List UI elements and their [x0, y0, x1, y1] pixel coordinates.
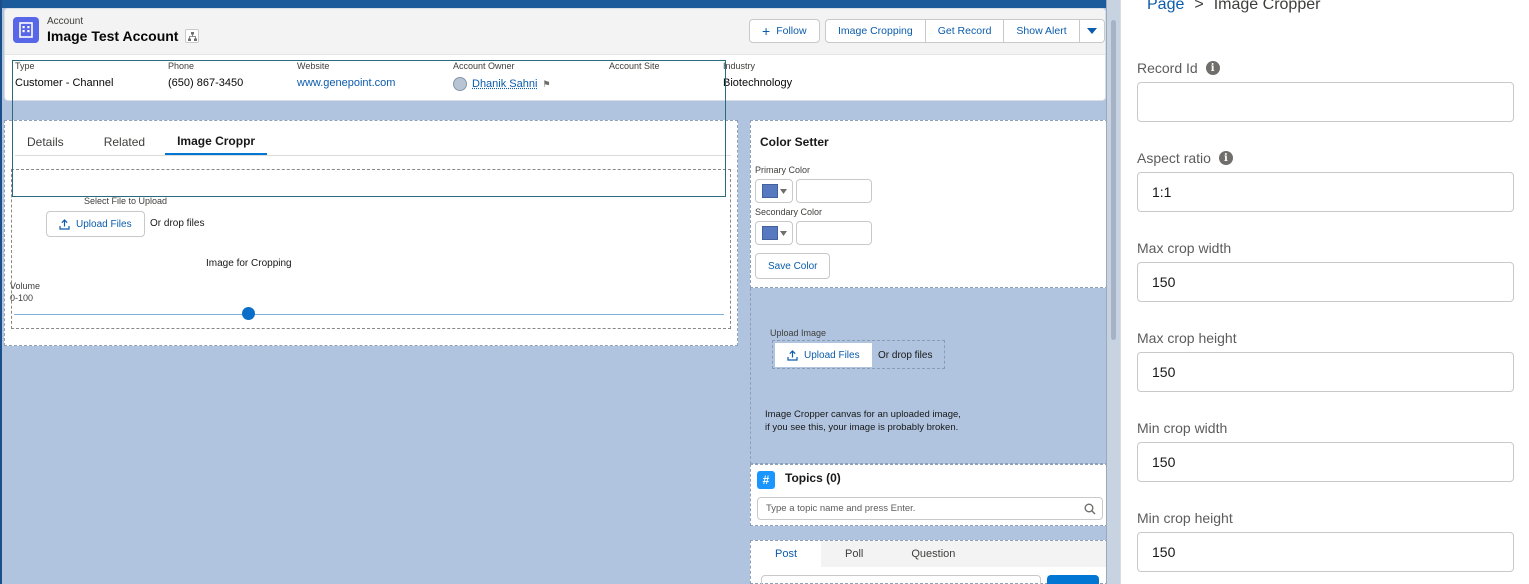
topic-input[interactable]: Type a topic name and press Enter.	[757, 497, 1103, 520]
canvas-scrollbar[interactable]	[1106, 0, 1120, 584]
publisher-tab-post[interactable]: Post	[751, 541, 822, 567]
topics-title: Topics (0)	[785, 471, 841, 485]
upload-icon	[787, 349, 798, 361]
canvas-scrollbar-thumb[interactable]	[1111, 20, 1116, 340]
info-icon[interactable]: i	[1218, 151, 1233, 165]
show-alert-button[interactable]: Show Alert	[1004, 19, 1080, 43]
property-panel: Page > Image Cropper Record Id i Aspect …	[1120, 0, 1529, 584]
caret-down-icon	[780, 188, 787, 194]
broken-image-text-1: Image Cropper canvas for an uploaded ima…	[765, 409, 961, 420]
info-icon[interactable]: i	[1205, 61, 1220, 75]
caret-down-icon	[780, 230, 787, 236]
drop-files-label: Or drop files	[150, 218, 205, 229]
image-cropping-button[interactable]: Image Cropping	[825, 19, 926, 43]
min-crop-width-label: Min crop width	[1137, 420, 1228, 436]
primary-color-picker[interactable]	[755, 179, 793, 203]
select-file-label: Select File to Upload	[84, 196, 168, 206]
broken-image-text-2: if you see this, your image is probably …	[765, 422, 959, 433]
upload-icon	[59, 218, 70, 230]
hierarchy-icon	[187, 31, 197, 41]
breadcrumb: Page > Image Cropper	[1147, 0, 1320, 14]
account-icon	[13, 17, 39, 43]
highlight-industry: Industry Biotechnology	[723, 61, 793, 89]
breadcrumb-page-link[interactable]: Page	[1147, 0, 1184, 14]
upload-files-label: Upload Files	[76, 218, 132, 230]
hierarchy-button[interactable]	[185, 29, 199, 43]
aspect-ratio-input[interactable]: 1:1	[1137, 172, 1514, 212]
min-crop-height-label: Min crop height	[1137, 510, 1233, 526]
upload-image-label: Upload Image	[770, 328, 827, 338]
record-page-canvas: Account Image Test Account + Follow Imag…	[0, 0, 1120, 584]
publisher-tab-question[interactable]: Question	[887, 541, 979, 567]
min-crop-width-input[interactable]: 150	[1137, 442, 1514, 482]
volume-label: Volume	[10, 281, 41, 291]
record-title: Image Test Account	[47, 28, 179, 44]
volume-slider-track[interactable]	[14, 314, 724, 315]
upload-image-button-label: Upload Files	[804, 349, 860, 361]
cropper-component	[12, 60, 726, 197]
object-label: Account	[47, 16, 84, 27]
follow-label: Follow	[776, 25, 807, 37]
topics-card: # Topics (0) Type a topic name and press…	[750, 464, 1108, 526]
secondary-color-picker[interactable]	[755, 221, 793, 245]
breadcrumb-separator: >	[1194, 0, 1204, 13]
upload-files-button[interactable]: Upload Files	[46, 211, 145, 237]
chevron-down-icon	[1086, 28, 1097, 34]
secondary-color-swatch	[762, 226, 778, 240]
search-icon	[1084, 503, 1096, 515]
publisher-input[interactable]	[761, 575, 1041, 584]
get-record-button[interactable]: Get Record	[925, 19, 1005, 43]
primary-color-swatch	[762, 184, 778, 198]
upload-image-drop-label: Or drop files	[878, 350, 933, 361]
share-button[interactable]	[1047, 575, 1099, 584]
max-crop-height-input[interactable]: 150	[1137, 352, 1514, 392]
max-crop-width-input[interactable]: 150	[1137, 262, 1514, 302]
action-button-group: Image Cropping Get Record Show Alert	[825, 19, 1105, 43]
page-top-strip	[2, 0, 1108, 8]
follow-button[interactable]: + Follow	[749, 19, 820, 43]
upload-image-button[interactable]: Upload Files	[775, 343, 872, 367]
topic-input-placeholder: Type a topic name and press Enter.	[766, 503, 916, 514]
aspect-ratio-label: Aspect ratio i	[1137, 150, 1233, 166]
primary-color-input[interactable]	[796, 179, 872, 203]
image-for-cropping-label: Image for Cropping	[206, 258, 292, 269]
record-id-label: Record Id i	[1137, 60, 1220, 76]
volume-range-label: 0-100	[10, 293, 34, 303]
upload-image-region	[750, 288, 1108, 464]
color-setter-title: Color Setter	[760, 135, 829, 149]
publisher-tab-poll[interactable]: Poll	[821, 541, 887, 567]
hashtag-icon: #	[757, 471, 775, 489]
secondary-color-label: Secondary Color	[755, 207, 823, 217]
color-setter-card: Color Setter Primary Color Secondary Col…	[750, 120, 1108, 288]
record-id-input[interactable]	[1137, 82, 1514, 122]
more-actions-button[interactable]	[1079, 19, 1105, 43]
max-crop-width-label: Max crop width	[1137, 240, 1232, 256]
primary-color-label: Primary Color	[755, 165, 811, 175]
publisher-tabs: Post Poll Question	[751, 541, 1107, 567]
plus-icon: +	[762, 23, 771, 39]
publisher-card: Post Poll Question	[750, 540, 1108, 584]
max-crop-height-label: Max crop height	[1137, 330, 1237, 346]
secondary-color-input[interactable]	[796, 221, 872, 245]
breadcrumb-current: Image Cropper	[1213, 0, 1321, 13]
follow-group: + Follow	[749, 19, 820, 43]
save-color-button[interactable]: Save Color	[755, 253, 831, 279]
min-crop-height-input[interactable]: 150	[1137, 532, 1514, 572]
